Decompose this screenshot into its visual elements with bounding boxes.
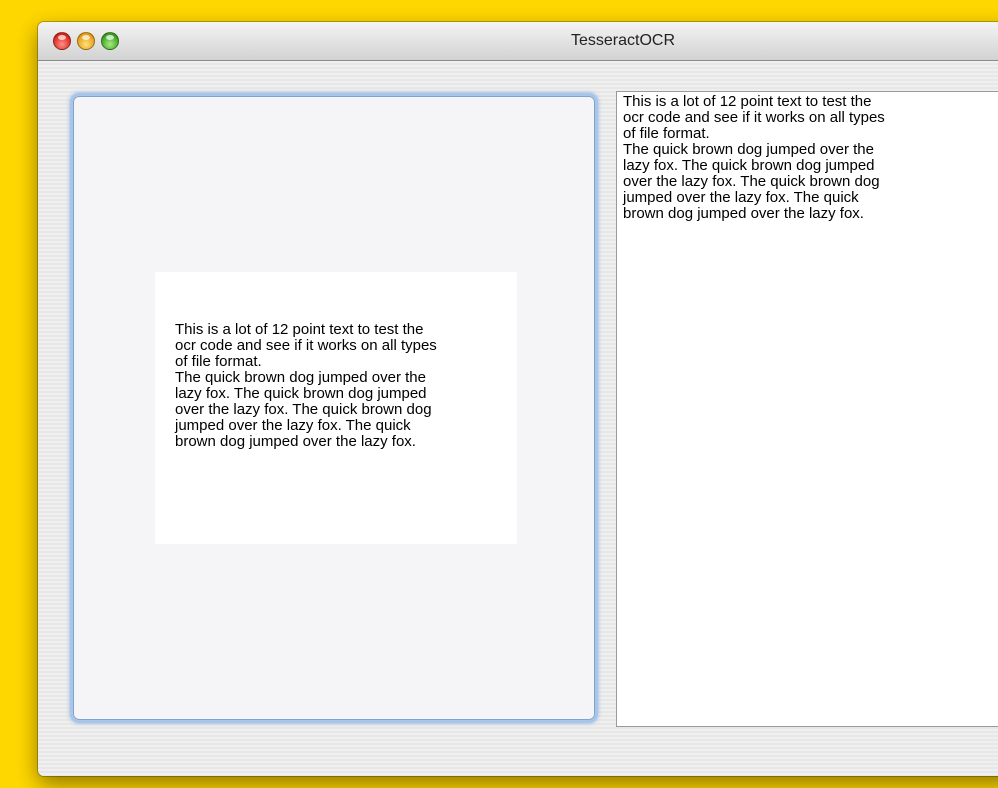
title-bar[interactable]: TesseractOCR [38, 22, 998, 61]
scanned-image: This is a lot of 12 point text to test t… [155, 272, 517, 544]
scanned-image-text: This is a lot of 12 point text to test t… [175, 321, 437, 450]
window-title: TesseractOCR [570, 32, 676, 49]
ocr-output-textarea[interactable]: This is a lot of 12 point text to test t… [616, 91, 998, 727]
image-drop-well[interactable]: This is a lot of 12 point text to test t… [70, 93, 598, 723]
app-window: TesseractOCR This is a lot of 12 point t… [38, 22, 998, 776]
window-content: This is a lot of 12 point text to test t… [38, 61, 998, 776]
